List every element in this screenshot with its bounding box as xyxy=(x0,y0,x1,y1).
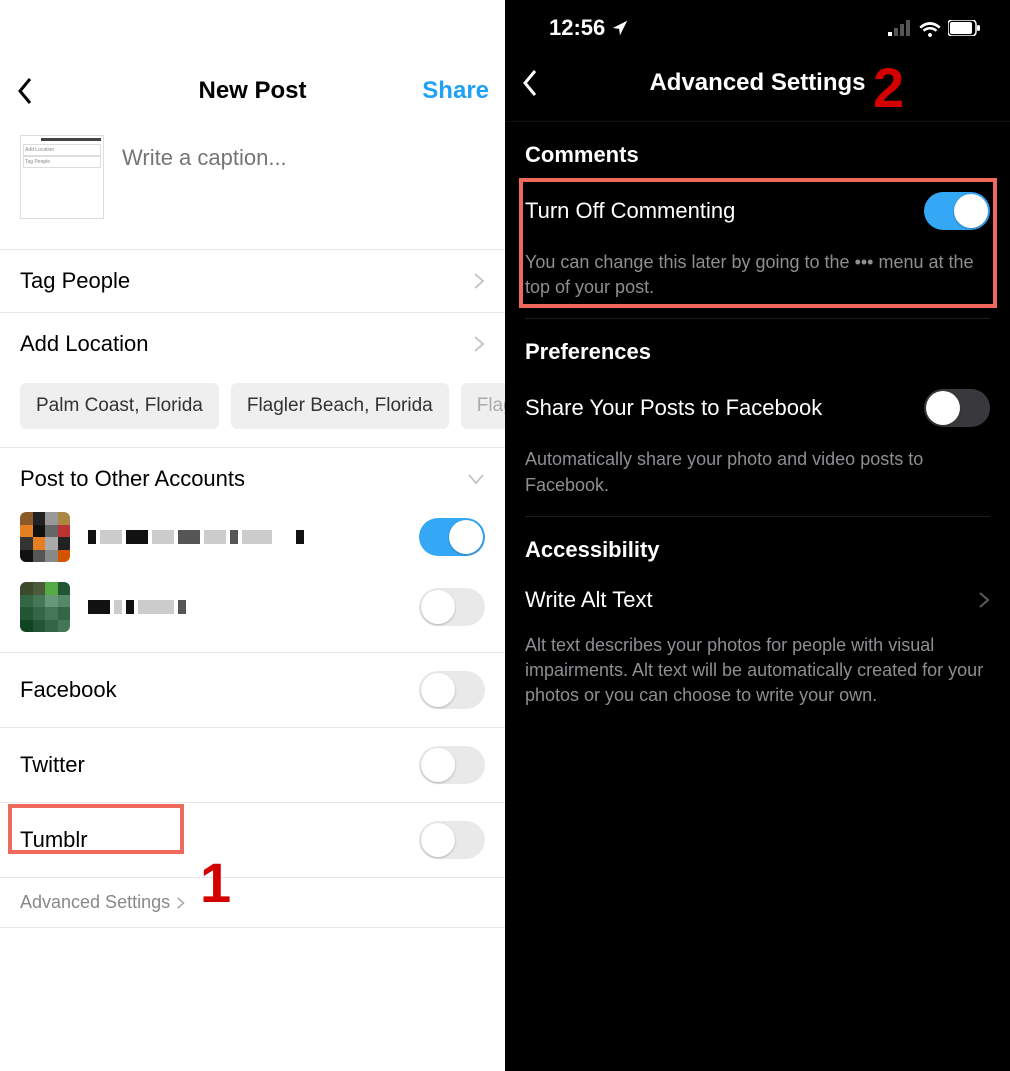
header-left: New Post Share xyxy=(0,0,505,125)
avatar xyxy=(20,512,70,562)
page-title: New Post xyxy=(198,77,306,105)
twitter-label: Twitter xyxy=(20,752,85,778)
accessibility-description: Alt text describes your photos for peopl… xyxy=(525,623,990,727)
turn-off-commenting-toggle[interactable] xyxy=(924,192,990,230)
turn-off-commenting-label: Turn Off Commenting xyxy=(525,198,735,224)
share-posts-facebook-toggle[interactable] xyxy=(924,389,990,427)
location-arrow-icon xyxy=(611,19,629,37)
post-other-accounts-label: Post to Other Accounts xyxy=(20,466,245,492)
write-alt-text-row[interactable]: Write Alt Text xyxy=(525,577,990,623)
account-toggle[interactable] xyxy=(419,518,485,556)
twitter-row: Twitter xyxy=(0,728,505,803)
status-icons xyxy=(888,19,980,37)
preferences-section: Preferences Share Your Posts to Facebook… xyxy=(505,319,1010,516)
accessibility-header: Accessibility xyxy=(525,517,990,577)
facebook-toggle[interactable] xyxy=(419,671,485,709)
preferences-description: Automatically share your photo and video… xyxy=(525,437,990,516)
back-icon[interactable] xyxy=(16,77,36,105)
status-time: 12:56 xyxy=(549,15,629,41)
comments-description: You can change this later by going to th… xyxy=(525,240,990,319)
tag-people-label: Tag People xyxy=(20,268,130,294)
account-toggle[interactable] xyxy=(419,588,485,626)
turn-off-commenting-row: Turn Off Commenting xyxy=(525,182,990,240)
advanced-settings-label: Advanced Settings xyxy=(20,892,170,913)
share-posts-facebook-label: Share Your Posts to Facebook xyxy=(525,395,822,421)
share-posts-facebook-row: Share Your Posts to Facebook xyxy=(525,379,990,437)
twitter-toggle[interactable] xyxy=(419,746,485,784)
comments-section: Comments Turn Off Commenting You can cha… xyxy=(505,122,1010,319)
account-name-redacted xyxy=(88,530,419,544)
header-right: Advanced Settings xyxy=(505,44,1010,122)
tumblr-row: Tumblr xyxy=(0,803,505,878)
location-chip[interactable]: Palm Coast, Florida xyxy=(20,383,219,429)
advanced-settings-screen: 12:56 Advanced Settings Comments Turn Of… xyxy=(505,0,1010,1071)
location-chip[interactable]: Flagler xyxy=(461,383,505,429)
account-name-redacted xyxy=(88,600,419,614)
new-post-screen: New Post Share Add Location Tag People T… xyxy=(0,0,505,1071)
add-location-label: Add Location xyxy=(20,331,148,357)
post-thumbnail[interactable]: Add Location Tag People xyxy=(20,135,104,219)
tumblr-label: Tumblr xyxy=(20,827,88,853)
write-alt-text-label: Write Alt Text xyxy=(525,587,653,613)
back-icon[interactable] xyxy=(521,69,541,97)
advanced-settings-row[interactable]: Advanced Settings xyxy=(0,878,505,928)
wifi-icon xyxy=(918,19,942,37)
chevron-right-icon xyxy=(978,591,990,609)
chevron-right-icon xyxy=(473,272,485,290)
time-text: 12:56 xyxy=(549,15,605,41)
tumblr-toggle[interactable] xyxy=(419,821,485,859)
preferences-header: Preferences xyxy=(525,319,990,379)
account-row xyxy=(0,572,505,653)
status-bar: 12:56 xyxy=(505,0,1010,44)
accessibility-section: Accessibility Write Alt Text Alt text de… xyxy=(505,517,1010,727)
chevron-right-icon xyxy=(176,896,185,910)
page-title: Advanced Settings xyxy=(649,69,865,97)
share-button[interactable]: Share xyxy=(422,77,489,105)
facebook-label: Facebook xyxy=(20,677,117,703)
location-chip[interactable]: Flagler Beach, Florida xyxy=(231,383,449,429)
facebook-row: Facebook xyxy=(0,653,505,728)
account-row xyxy=(0,502,505,572)
chevron-right-icon xyxy=(473,335,485,353)
battery-icon xyxy=(948,20,980,36)
avatar xyxy=(20,582,70,632)
location-chips: Palm Coast, Florida Flagler Beach, Flori… xyxy=(0,375,505,448)
tag-people-row[interactable]: Tag People xyxy=(0,250,505,313)
caption-row: Add Location Tag People xyxy=(0,125,505,250)
caption-input[interactable] xyxy=(104,135,485,171)
post-other-accounts-row[interactable]: Post to Other Accounts xyxy=(0,448,505,502)
comments-header: Comments xyxy=(525,122,990,182)
chevron-down-icon xyxy=(467,473,485,485)
add-location-row[interactable]: Add Location xyxy=(0,313,505,375)
signal-icon xyxy=(888,20,912,36)
